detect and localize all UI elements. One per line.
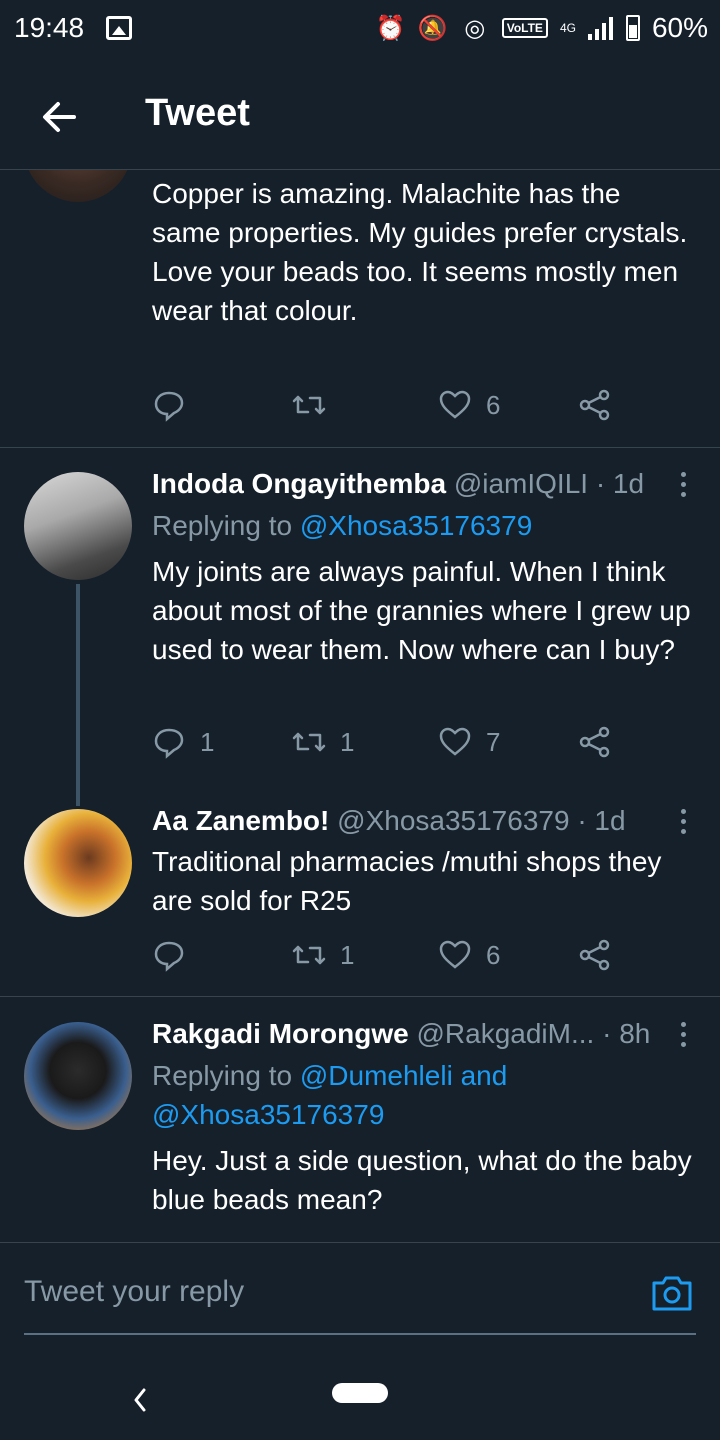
tweet-thread[interactable]: Copper is amazing. Malachite has the sam… — [0, 170, 720, 1242]
tweet-text: My joints are always painful. When I thi… — [152, 556, 691, 665]
like-count: 7 — [486, 726, 501, 757]
like-button[interactable]: 6 — [438, 388, 500, 422]
back-arrow-icon[interactable] — [34, 92, 84, 142]
retweet-button[interactable]: 1 — [292, 938, 354, 972]
reply-composer: Tweet your reply — [0, 1242, 720, 1371]
more-options-icon[interactable] — [678, 472, 688, 502]
input-underline — [24, 1333, 696, 1335]
heart-icon — [439, 940, 471, 969]
status-icons: ⏰ 🔕 ◎ VoLTE 4G 60% — [376, 12, 708, 44]
tweet-reply-input[interactable]: Tweet your reply — [24, 1275, 644, 1309]
tweet-text: Copper is amazing. Malachite has the sam… — [152, 178, 688, 326]
tweet-actions: 6 — [152, 388, 632, 428]
share-icon — [579, 389, 610, 421]
nav-home-pill[interactable] — [332, 1383, 388, 1403]
divider — [0, 996, 720, 997]
reply-button[interactable] — [152, 938, 200, 972]
battery-icon — [625, 15, 640, 41]
user-handle[interactable]: @Xhosa35176379 — [337, 805, 569, 836]
retweet-icon — [292, 732, 326, 752]
mention-link[interactable]: @Xhosa35176379 — [300, 510, 532, 541]
network-type: 4G — [559, 21, 576, 35]
retweet-icon — [292, 945, 326, 965]
thread-connector-line — [76, 584, 80, 806]
nav-back-icon[interactable] — [128, 1380, 152, 1420]
volte-badge: VoLTE — [501, 18, 548, 38]
share-button[interactable] — [578, 938, 612, 972]
user-handle[interactable]: @iamIQILI — [454, 468, 588, 499]
reply-icon — [154, 728, 184, 759]
retweet-count: 1 — [340, 726, 355, 757]
like-count: 6 — [486, 939, 501, 970]
reply-count: 1 — [200, 726, 215, 757]
like-button[interactable]: 7 — [438, 725, 500, 759]
tweet-header: Rakgadi Morongwe @RakgadiM... · 8h — [152, 1016, 650, 1052]
mute-bell-icon: 🔕 — [417, 14, 448, 42]
tweet-time: · 1d — [577, 805, 626, 836]
mention-link[interactable]: @Xhosa35176379 — [152, 1095, 384, 1134]
avatar[interactable] — [24, 809, 132, 917]
mention-link[interactable]: @Dumehleli and — [300, 1060, 507, 1091]
tweet-text: Hey. Just a side question, what do the b… — [152, 1145, 692, 1215]
reply-icon — [154, 941, 184, 972]
top-app-bar: Tweet — [0, 62, 720, 170]
share-icon — [579, 726, 610, 758]
system-navigation-bar — [0, 1370, 720, 1440]
divider — [0, 447, 720, 448]
status-bar: 19:48 ⏰ 🔕 ◎ VoLTE 4G 60% — [0, 0, 720, 62]
tweet-time: · 8h — [602, 1018, 651, 1049]
retweet-button[interactable] — [292, 388, 340, 422]
hotspot-icon: ◎ — [464, 14, 486, 42]
share-button[interactable] — [578, 725, 612, 759]
tweet-header: Aa Zanembo! @Xhosa35176379 · 1d — [152, 803, 626, 839]
like-button[interactable]: 6 — [438, 938, 500, 972]
reply-button[interactable] — [152, 388, 200, 422]
like-count: 6 — [486, 389, 501, 420]
tweet-actions: 1 1 7 — [152, 725, 632, 765]
avatar[interactable] — [24, 170, 132, 202]
camera-icon[interactable] — [650, 1273, 694, 1313]
replying-to: Replying to @Xhosa35176379 — [152, 510, 533, 541]
reply-icon — [154, 391, 184, 422]
display-name[interactable]: Aa Zanembo! — [152, 805, 329, 836]
page-title: Tweet — [145, 92, 250, 134]
gallery-notification-icon — [106, 16, 132, 40]
replying-to: Replying to @Dumehleli and — [152, 1060, 508, 1091]
more-options-icon[interactable] — [678, 1022, 688, 1052]
avatar[interactable] — [24, 1022, 132, 1130]
retweet-count: 1 — [340, 939, 355, 970]
display-name[interactable]: Indoda Ongayithemba — [152, 468, 446, 499]
reply-button[interactable]: 1 — [152, 725, 214, 759]
avatar[interactable] — [24, 472, 132, 580]
retweet-icon — [292, 395, 326, 415]
user-handle[interactable]: @RakgadiM... — [416, 1018, 594, 1049]
tweet-header: Indoda Ongayithemba @iamIQILI · 1d — [152, 466, 644, 502]
status-time: 19:48 — [14, 12, 85, 43]
retweet-button[interactable]: 1 — [292, 725, 354, 759]
tweet-text: Traditional pharmacies /muthi shops they… — [152, 846, 662, 916]
heart-icon — [439, 390, 471, 419]
more-options-icon[interactable] — [678, 809, 688, 839]
tweet-actions: 1 6 — [152, 938, 632, 978]
signal-icon — [587, 17, 613, 40]
battery-percent: 60% — [651, 12, 708, 43]
share-icon — [579, 939, 610, 971]
heart-icon — [439, 727, 471, 756]
tweet-time: · 1d — [595, 468, 645, 499]
share-button[interactable] — [578, 388, 612, 422]
display-name[interactable]: Rakgadi Morongwe — [152, 1018, 409, 1049]
alarm-icon: ⏰ — [375, 14, 406, 42]
